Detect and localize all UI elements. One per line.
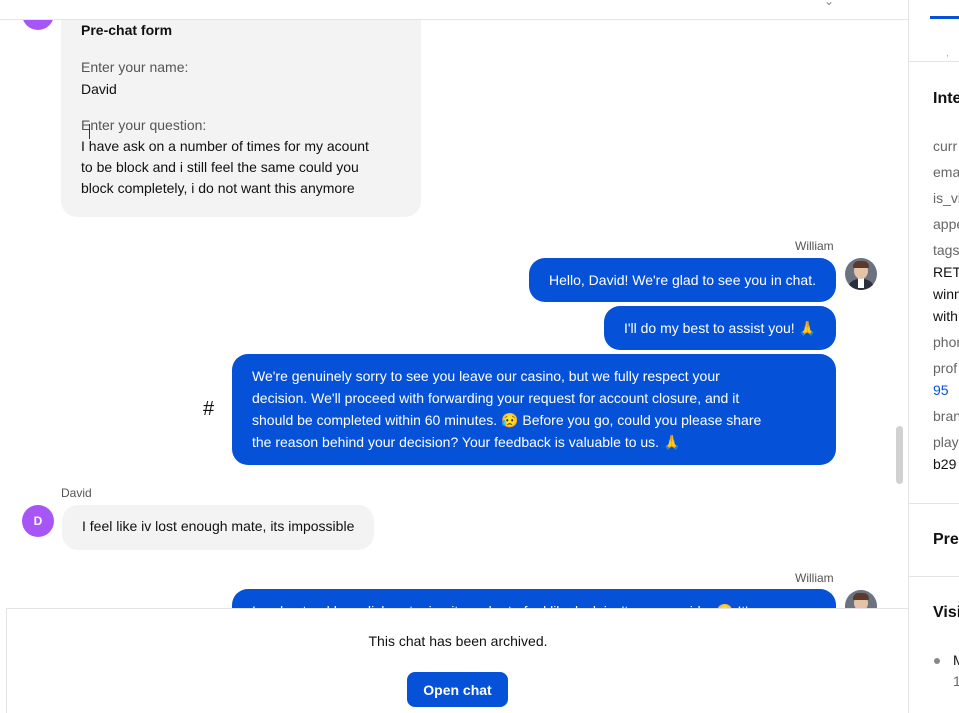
agent-message-text: Hello, David! We're glad to see you in c… [549, 272, 816, 288]
archived-notice: This chat has been archived. [368, 633, 548, 649]
chat-header-strip: ⌄ [0, 0, 908, 20]
agent-sender-name: William [795, 571, 834, 585]
customer-sender-name: David [61, 486, 92, 500]
agent-avatar [845, 590, 877, 608]
attribute-key: prof [933, 360, 958, 376]
agent-message-bubble: I'll do my best to assist you! 🙏 [603, 306, 836, 350]
agent-avatar [845, 258, 877, 290]
prechat-question-line-3: block completely, i do not want this any… [81, 180, 355, 196]
attribute-key: play [933, 434, 959, 450]
section-divider [909, 576, 959, 577]
chat-app: Pre-chat form Enter your name: David Ent… [0, 0, 959, 713]
message-list-scrollbar[interactable] [896, 426, 903, 484]
archived-footer: This chat has been archived. Open chat [6, 608, 908, 713]
text-cursor-icon [89, 124, 90, 139]
attribute-key: is_vi [933, 190, 959, 206]
agent-message-line: should be completed within 60 minutes. 😥… [252, 412, 762, 428]
customer-message-bubble: I feel like iv lost enough mate, its imp… [62, 505, 375, 550]
prechat-question-line-2: to be block and i still feel the same co… [81, 159, 359, 175]
open-chat-button[interactable]: Open chat [407, 672, 508, 707]
agent-message-line: We're genuinely sorry to see you leave o… [252, 368, 720, 384]
attribute-value: winn [933, 286, 959, 302]
agent-sender-name: William [795, 239, 834, 253]
message-list[interactable]: Pre-chat form Enter your name: David Ent… [0, 0, 908, 608]
prechat-title: Pre-chat form [81, 22, 173, 38]
section-title-integration[interactable]: Inte [933, 90, 959, 108]
visited-page-item[interactable]: M [953, 652, 959, 668]
attribute-key: appe [933, 216, 959, 232]
chevron-icon[interactable]: ⌄ [824, 0, 834, 8]
agent-message-text: I'll do my best to assist you! 🙏 [623, 320, 816, 336]
agent-message-bubble: Hello, David! We're glad to see you in c… [529, 258, 836, 302]
attribute-key: curr [933, 138, 958, 154]
prechat-name-label: Enter your name: [81, 59, 189, 75]
customer-avatar: D [22, 505, 54, 537]
attribute-value: RET [933, 264, 959, 280]
prechat-name-value: David [81, 81, 117, 97]
agent-message-line: decision. We'll proceed with forwarding … [252, 390, 740, 406]
agent-message-bubble: We're genuinely sorry to see you leave o… [232, 354, 836, 465]
visited-page-sub: 1 [953, 673, 959, 689]
section-title-visited[interactable]: Visi [933, 604, 959, 622]
bullet-icon [934, 658, 940, 664]
details-side-panel: , Inte curr ema is_vi appe tags RET winn… [908, 0, 959, 713]
agent-message-line: I understand how disheartening it can be… [252, 600, 816, 608]
attribute-key: ema [933, 164, 959, 180]
tab-label-fragment: , [946, 48, 949, 59]
attribute-value: with [933, 308, 958, 324]
chat-pane: Pre-chat form Enter your name: David Ent… [0, 0, 908, 713]
agent-message-bubble: I understand how disheartening it can be… [232, 589, 836, 608]
attribute-key: bran [933, 408, 959, 424]
hash-icon[interactable]: # [203, 398, 214, 421]
prechat-question-label: Enter your question: [81, 117, 207, 133]
attribute-key: phon [933, 334, 959, 350]
section-divider [909, 503, 959, 504]
prechat-question-line-1: I have ask on a number of times for my a… [81, 138, 369, 154]
agent-message-line: the reason behind your decision? Your fe… [252, 434, 681, 450]
attribute-key: tags [933, 242, 959, 258]
tabs-divider [909, 61, 959, 62]
section-title-prechat[interactable]: Pre [933, 531, 959, 549]
prechat-form-card: Pre-chat form Enter your name: David Ent… [61, 0, 421, 217]
attribute-link[interactable]: 95 [933, 382, 949, 398]
attribute-value: b29 [933, 456, 957, 472]
customer-message-text: I feel like iv lost enough mate, its imp… [82, 518, 355, 534]
active-tab-indicator[interactable] [930, 16, 959, 19]
